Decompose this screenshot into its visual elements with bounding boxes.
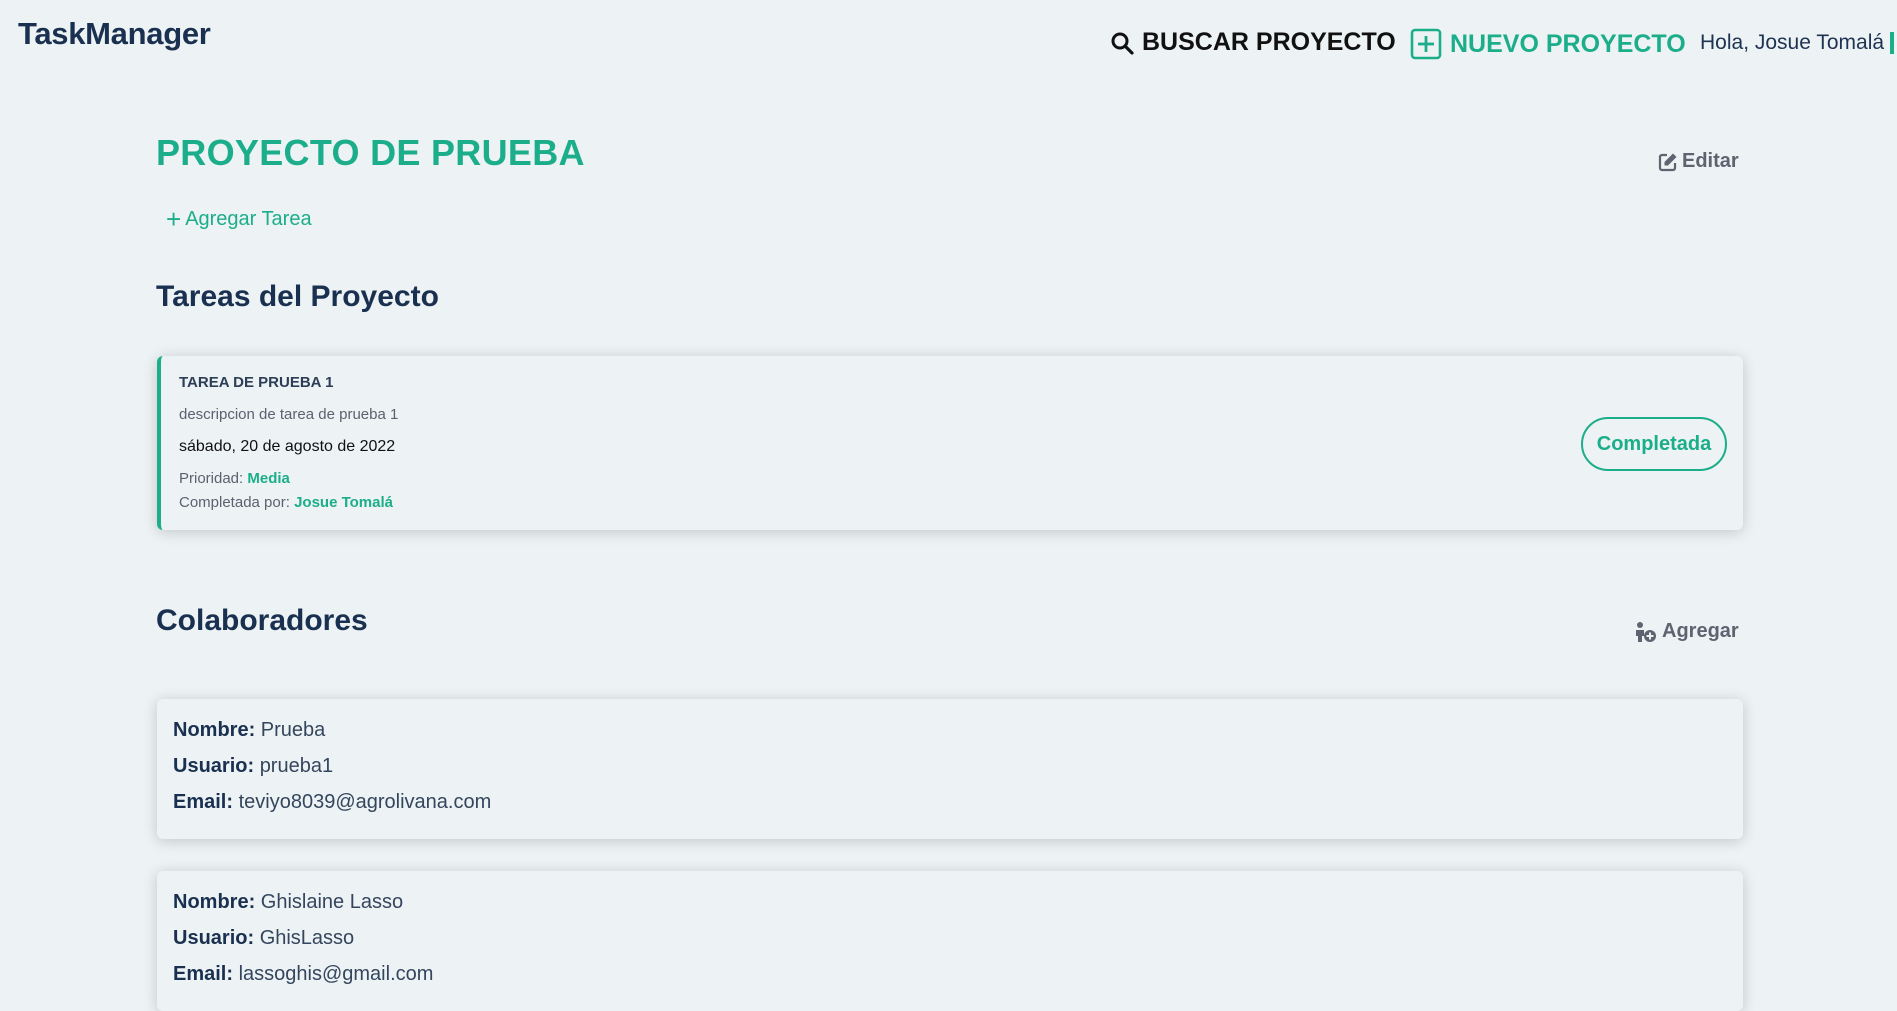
search-project-button[interactable]: BUSCAR PROYECTO: [1110, 28, 1396, 57]
collaborator-name: Nombre: Prueba: [173, 719, 325, 742]
edit-icon: [1658, 153, 1677, 171]
collaborator-card: Nombre: Prueba Usuario: prueba1 Email: t…: [157, 699, 1743, 839]
task-date: sábado, 20 de agosto de 2022: [179, 438, 396, 455]
task-name: TAREA DE PRUEBA 1: [179, 374, 334, 391]
top-navbar: TaskManager BUSCAR PROYECTO NUEVO PROYEC…: [0, 0, 1897, 80]
task-description: descripcion de tarea de prueba 1: [179, 406, 399, 423]
tasks-section-title: Tareas del Proyecto: [156, 280, 439, 313]
brand-logo[interactable]: TaskManager: [18, 16, 211, 52]
task-priority-value: Media: [247, 470, 290, 487]
collaborator-name-value: Ghislaine Lasso: [260, 891, 404, 913]
task-status-button[interactable]: Completada: [1581, 417, 1727, 471]
task-completed-by-value: Josue Tomalá: [294, 494, 393, 511]
collaborator-name-label: Nombre:: [173, 719, 256, 741]
user-greeting: Hola, Josue Tomalá: [1700, 31, 1895, 55]
task-priority-label: Prioridad:: [179, 470, 244, 487]
collaborator-card: Nombre: Ghislaine Lasso Usuario: GhisLas…: [157, 871, 1743, 1011]
user-plus-icon: [1636, 621, 1656, 642]
collaborator-name-value: Prueba: [260, 719, 326, 741]
collaborator-email: Email: lassoghis@gmail.com: [173, 963, 433, 986]
collaborator-user: Usuario: GhisLasso: [173, 927, 354, 950]
task-completed-by: Completada por: Josue Tomalá: [179, 494, 393, 511]
collaborator-email-label: Email:: [173, 963, 234, 985]
collaborator-user-value: GhisLasso: [259, 927, 355, 949]
collaborator-email: Email: teviyo8039@agrolivana.com: [173, 791, 491, 814]
collaborator-user-label: Usuario:: [173, 927, 255, 949]
collaborators-section-title: Colaboradores: [156, 604, 368, 637]
new-project-button[interactable]: NUEVO PROYECTO: [1410, 28, 1686, 60]
task-priority: Prioridad: Media: [179, 470, 290, 487]
task-card: TAREA DE PRUEBA 1 descripcion de tarea d…: [157, 356, 1743, 530]
search-icon: [1111, 32, 1134, 55]
add-task-label: Agregar Tarea: [185, 207, 312, 230]
greeting-text: Hola, Josue Tomalá: [1700, 31, 1885, 54]
edit-project-button[interactable]: Editar: [1658, 150, 1739, 173]
plus-square-icon: [1410, 28, 1442, 60]
collaborator-email-value: lassoghis@gmail.com: [238, 963, 434, 985]
collaborator-user-value: prueba1: [259, 755, 334, 777]
new-project-label: NUEVO PROYECTO: [1450, 29, 1686, 58]
greeting-accent-bar: [1890, 32, 1895, 54]
collaborator-user-label: Usuario:: [173, 755, 255, 777]
task-completed-by-label: Completada por:: [179, 494, 290, 511]
collaborator-email-value: teviyo8039@agrolivana.com: [238, 791, 492, 813]
edit-project-label: Editar: [1682, 150, 1739, 172]
project-title: PROYECTO DE PRUEBA: [156, 132, 585, 173]
add-collaborator-button[interactable]: Agregar: [1634, 620, 1739, 643]
add-collaborator-label: Agregar: [1662, 620, 1739, 642]
add-task-button[interactable]: + Agregar Tarea: [166, 206, 312, 232]
collaborator-user: Usuario: prueba1: [173, 755, 333, 778]
collaborator-name: Nombre: Ghislaine Lasso: [173, 891, 403, 914]
collaborator-name-label: Nombre:: [173, 891, 256, 913]
search-project-label: BUSCAR PROYECTO: [1142, 28, 1396, 56]
plus-icon: +: [166, 204, 182, 234]
collaborator-email-label: Email:: [173, 791, 234, 813]
